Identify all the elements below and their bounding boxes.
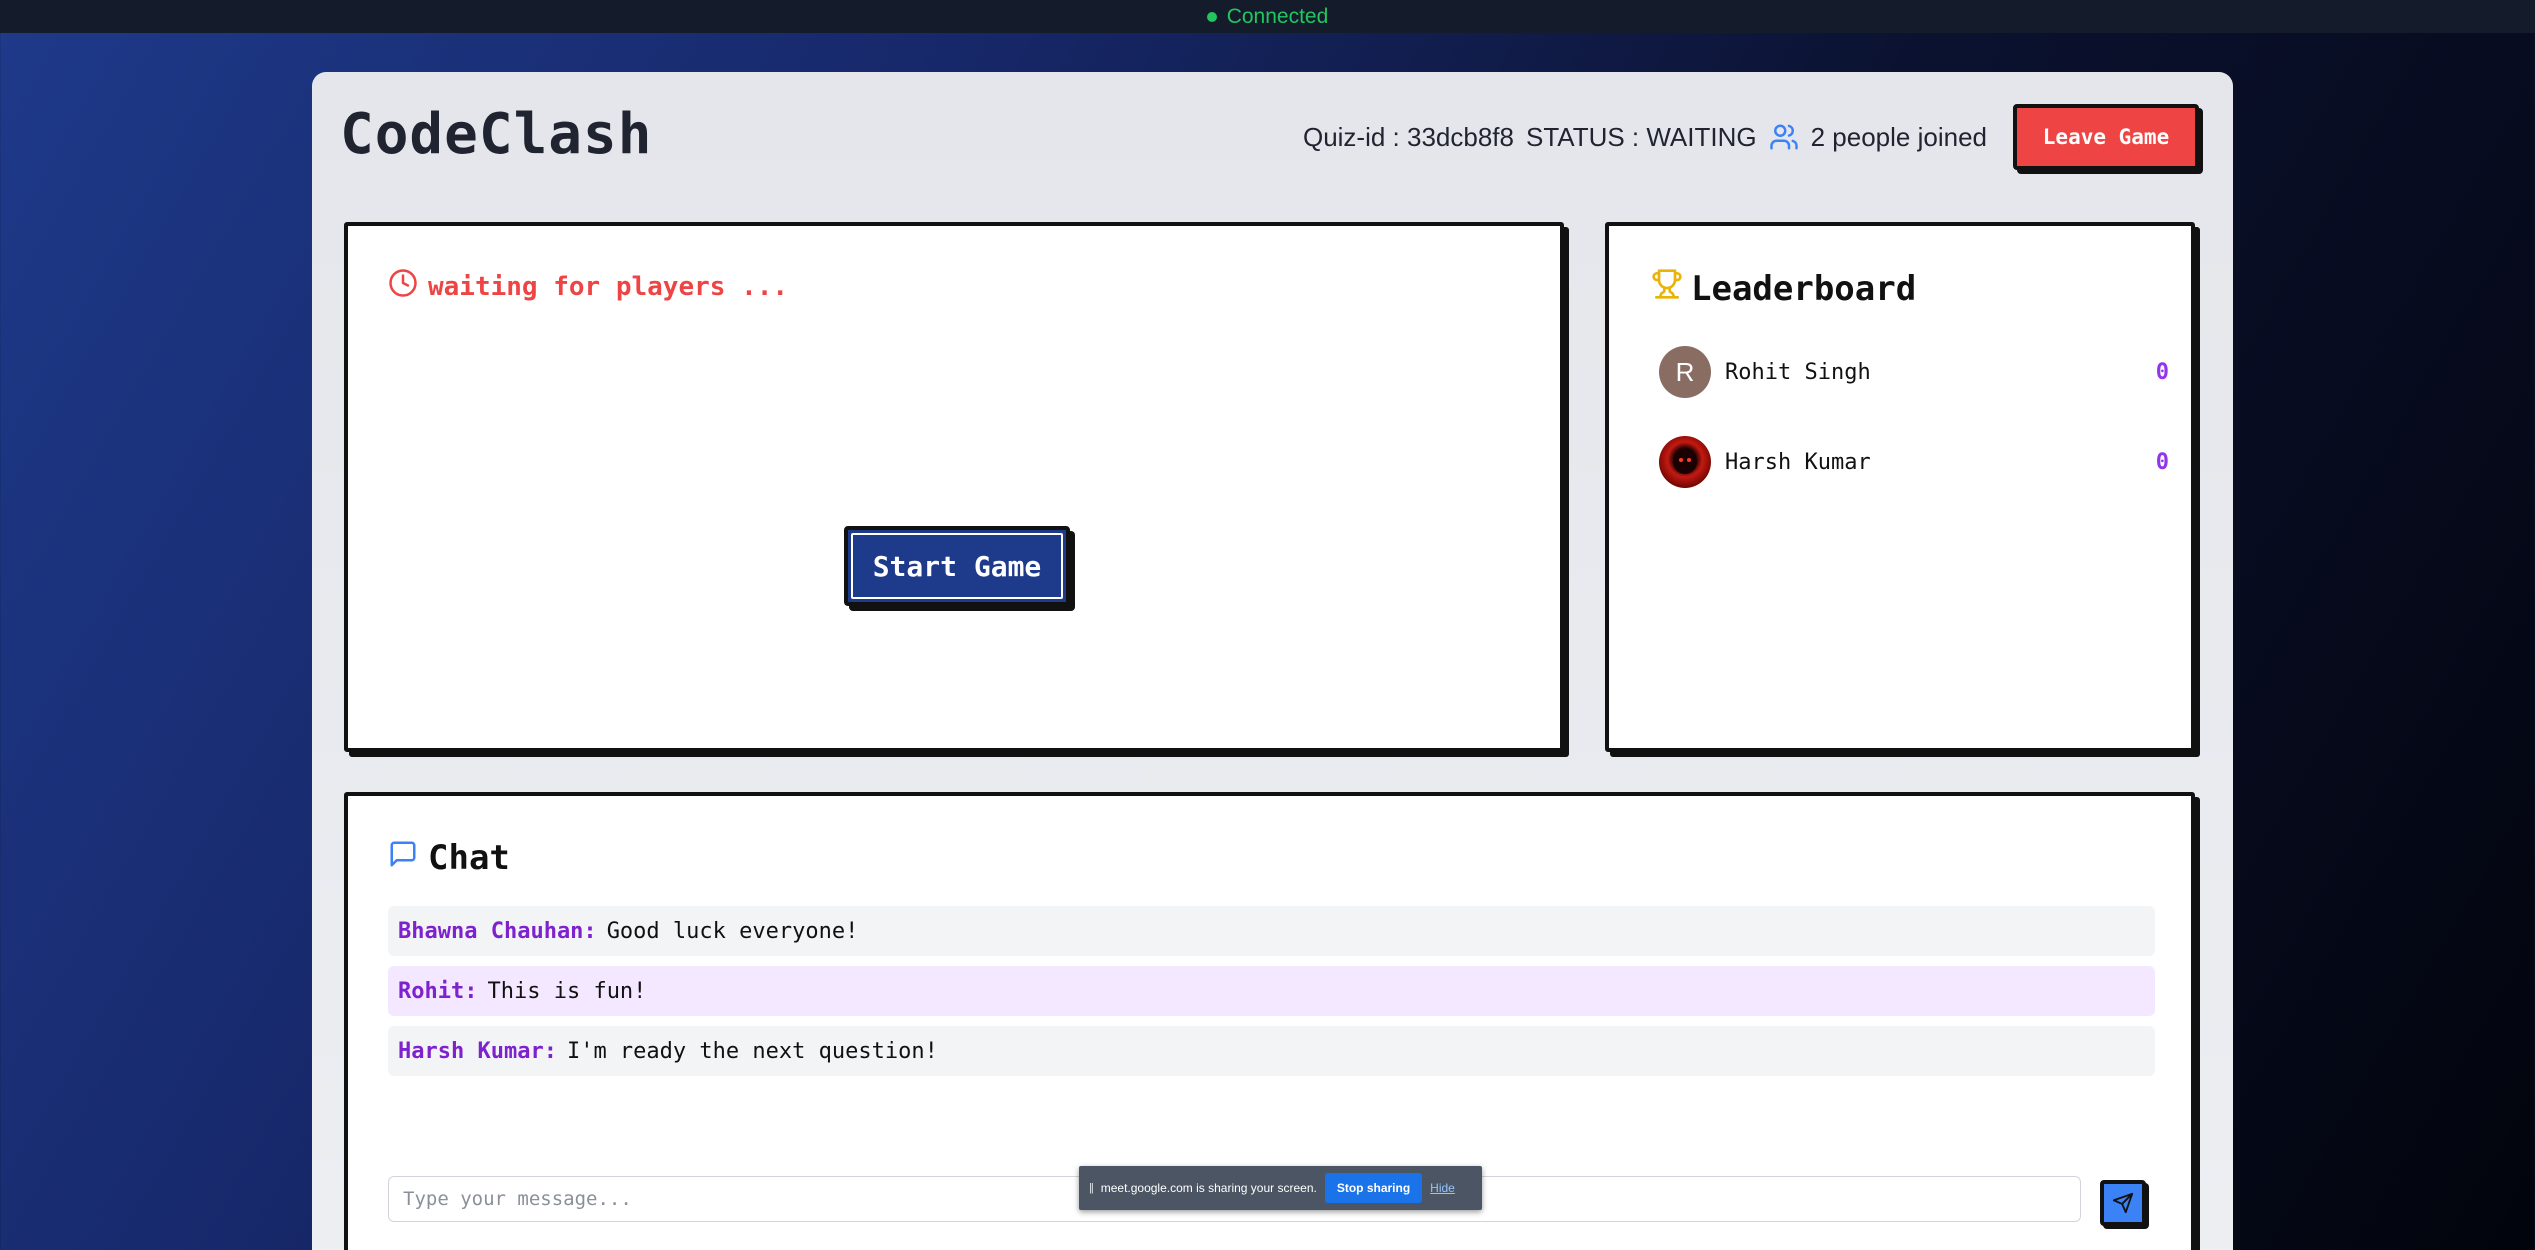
avatar: R xyxy=(1659,346,1711,398)
leaderboard-row: Harsh Kumar 0 xyxy=(1659,436,2169,488)
chat-bubble-icon xyxy=(388,838,418,878)
leave-game-button[interactable]: Leave Game xyxy=(2013,104,2199,170)
game-status: STATUS : WAITING xyxy=(1525,121,1757,152)
pause-icon: || xyxy=(1089,1182,1094,1194)
status-dot-icon xyxy=(1206,11,1217,22)
hide-notification-link[interactable]: Hide xyxy=(1430,1181,1455,1195)
player-score: 0 xyxy=(2155,449,2169,475)
quiz-id: Quiz-id : 33dcb8f8 xyxy=(1302,121,1514,152)
chat-messages: Bhawna Chauhan: Good luck everyone! Rohi… xyxy=(388,906,2155,1086)
leaderboard-header: Leaderboard xyxy=(1651,268,1916,309)
message-text: Good luck everyone! xyxy=(606,918,859,944)
message-sender: Bhawna Chauhan: xyxy=(398,918,597,944)
start-game-button[interactable]: Start Game xyxy=(844,526,1070,606)
chat-title: Chat xyxy=(428,838,510,878)
player-name: Rohit Singh xyxy=(1725,359,1871,385)
trophy-icon xyxy=(1651,268,1683,309)
leaderboard-title: Leaderboard xyxy=(1691,268,1917,309)
send-message-button[interactable] xyxy=(2100,1180,2146,1226)
screen-share-notification: || meet.google.com is sharing your scree… xyxy=(1079,1166,1482,1210)
waiting-text: waiting for players ... xyxy=(428,271,789,302)
message-sender: Harsh Kumar: xyxy=(398,1038,557,1064)
waiting-status: waiting for players ... xyxy=(388,268,788,305)
leaderboard-panel: Leaderboard R Rohit Singh 0 Harsh Kumar … xyxy=(1605,222,2195,752)
message-text: This is fun! xyxy=(487,978,647,1004)
chat-header: Chat xyxy=(388,838,510,878)
avatar xyxy=(1659,436,1711,488)
leaderboard-row: R Rohit Singh 0 xyxy=(1659,346,2169,398)
app-title: CodeClash xyxy=(340,102,653,167)
game-header-info: Quiz-id : 33dcb8f8 STATUS : WAITING 2 pe… xyxy=(1303,104,2199,170)
stop-sharing-button[interactable]: Stop sharing xyxy=(1324,1173,1423,1203)
avatar-image-icon xyxy=(1673,450,1697,474)
connection-status-label: Connected xyxy=(1226,4,1329,28)
chat-message: Harsh Kumar: I'm ready the next question… xyxy=(388,1026,2155,1076)
start-game-label: Start Game xyxy=(872,549,1042,583)
connection-status-bar: Connected xyxy=(0,0,2535,33)
message-text: I'm ready the next question! xyxy=(566,1038,938,1064)
chat-message: Bhawna Chauhan: Good luck everyone! xyxy=(388,906,2155,956)
share-notice-text: meet.google.com is sharing your screen. xyxy=(1100,1181,1317,1195)
game-panel: waiting for players ... Start Game xyxy=(344,222,1564,752)
send-icon xyxy=(2112,1192,2134,1214)
message-sender: Rohit: xyxy=(398,978,478,1004)
chat-message: Rohit: This is fun! xyxy=(388,966,2155,1016)
game-container: CodeClash Quiz-id : 33dcb8f8 STATUS : WA… xyxy=(312,72,2233,1250)
leaderboard-list: R Rohit Singh 0 Harsh Kumar 0 xyxy=(1659,346,2169,526)
player-name: Harsh Kumar xyxy=(1725,449,1871,475)
player-score: 0 xyxy=(2155,359,2169,385)
players-joined-count: 2 people joined xyxy=(1810,121,1987,152)
users-icon xyxy=(1769,122,1799,152)
clock-icon xyxy=(388,268,418,305)
